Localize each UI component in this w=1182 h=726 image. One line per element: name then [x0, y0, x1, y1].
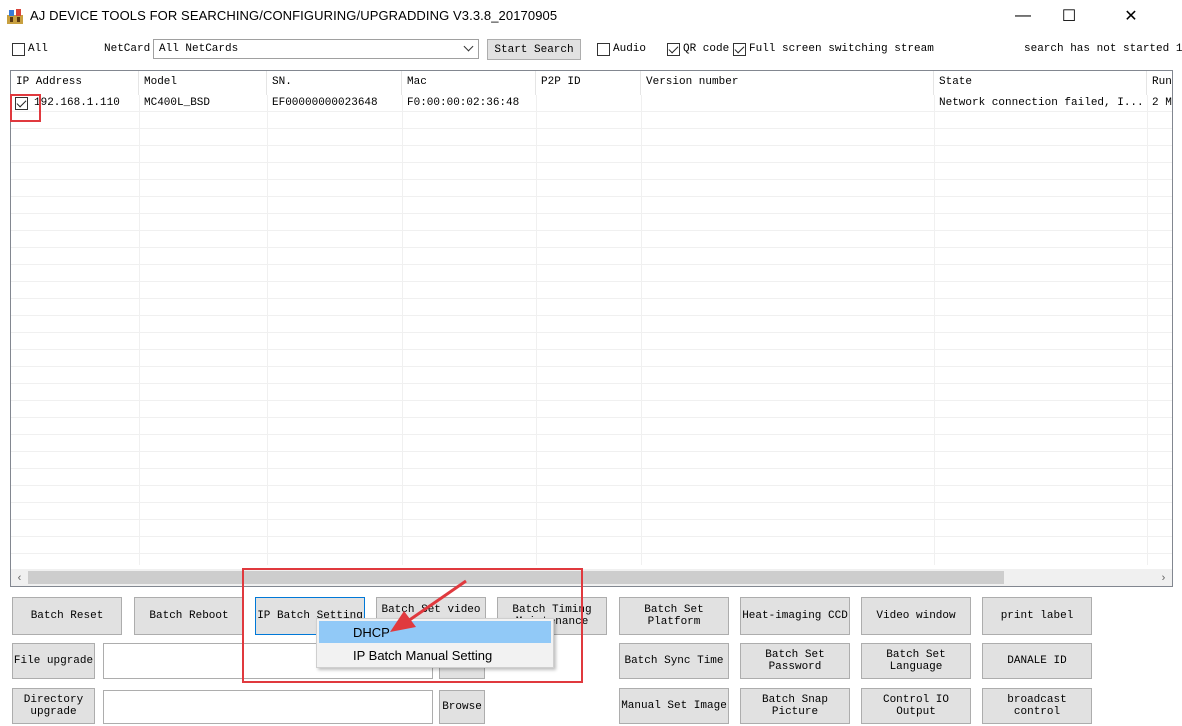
- checkbox-highlight-box: [10, 94, 41, 122]
- table-row[interactable]: 192.168.1.110 MC400L_BSD EF0000000002364…: [11, 95, 1172, 112]
- empty-table-row: [11, 112, 1172, 129]
- chevron-down-icon: [463, 41, 474, 52]
- manual-set-image-button[interactable]: Manual Set Image: [619, 688, 729, 724]
- batch-set-password-button[interactable]: Batch Set Password: [740, 643, 850, 679]
- maximize-icon: ☐: [1061, 8, 1077, 25]
- empty-table-row: [11, 163, 1172, 180]
- empty-table-row: [11, 401, 1172, 418]
- empty-table-row: [11, 520, 1172, 537]
- qr-code-label: QR code: [683, 43, 730, 55]
- column-header-mac[interactable]: Mac: [402, 71, 536, 95]
- control-io-output-button[interactable]: Control IO Output: [861, 688, 971, 724]
- close-icon: ✕: [1124, 8, 1138, 25]
- batch-reboot-button[interactable]: Batch Reboot: [134, 597, 244, 635]
- cell-running: 2 Mi: [1152, 97, 1172, 109]
- empty-table-row: [11, 367, 1172, 384]
- directory-path-input[interactable]: [103, 690, 433, 724]
- search-status-text: search has not started 1: [1024, 43, 1182, 55]
- device-table[interactable]: IP Address Model SN. Mac P2P ID Version …: [10, 70, 1173, 587]
- empty-table-row: [11, 435, 1172, 452]
- column-header-ip[interactable]: IP Address: [11, 71, 139, 95]
- column-header-version[interactable]: Version number: [641, 71, 934, 95]
- window-title: AJ DEVICE TOOLS FOR SEARCHING/CONFIGURIN…: [30, 8, 558, 23]
- empty-table-row: [11, 333, 1172, 350]
- file-upgrade-button[interactable]: File upgrade: [12, 643, 95, 679]
- netcard-select[interactable]: All NetCards: [153, 39, 479, 59]
- batch-set-platform-button[interactable]: Batch Set Platform: [619, 597, 729, 635]
- cell-mac: F0:00:00:02:36:48: [407, 97, 520, 109]
- cell-sn: EF00000000023648: [272, 97, 378, 109]
- empty-table-row: [11, 316, 1172, 333]
- cell-p2p: [536, 95, 641, 112]
- empty-table-row: [11, 214, 1172, 231]
- broadcast-control-button[interactable]: broadcast control: [982, 688, 1092, 724]
- heat-imaging-ccd-button[interactable]: Heat-imaging CCD: [740, 597, 850, 635]
- empty-table-row: [11, 282, 1172, 299]
- netcard-select-value: All NetCards: [159, 43, 239, 55]
- danale-id-button[interactable]: DANALE ID: [982, 643, 1092, 679]
- audio-label: Audio: [613, 43, 647, 55]
- minimize-icon: —: [1015, 7, 1031, 24]
- empty-table-row: [11, 486, 1172, 503]
- empty-table-row: [11, 299, 1172, 316]
- print-label-button[interactable]: print label: [982, 597, 1092, 635]
- scroll-right-icon[interactable]: ›: [1155, 569, 1172, 586]
- empty-table-row: [11, 350, 1172, 367]
- start-search-button[interactable]: Start Search: [487, 39, 581, 60]
- directory-browse-button[interactable]: Browse: [439, 690, 485, 724]
- close-button[interactable]: ✕: [1108, 0, 1154, 32]
- directory-upgrade-button[interactable]: Directory upgrade: [12, 688, 95, 724]
- column-header-state[interactable]: State: [934, 71, 1147, 95]
- cell-model: MC400L_BSD: [144, 97, 211, 109]
- minimize-button[interactable]: —: [1000, 0, 1046, 32]
- cell-version: [641, 95, 934, 112]
- toolbar: All NetCard All NetCards Start Search Au…: [0, 38, 1182, 62]
- column-header-sn[interactable]: SN.: [267, 71, 402, 95]
- audio-checkbox[interactable]: [597, 43, 610, 56]
- video-window-button[interactable]: Video window: [861, 597, 971, 635]
- batch-set-language-button[interactable]: Batch Set Language: [861, 643, 971, 679]
- title-bar: AJ DEVICE TOOLS FOR SEARCHING/CONFIGURIN…: [0, 0, 1182, 32]
- empty-table-row: [11, 537, 1172, 554]
- full-screen-label: Full screen switching stream: [749, 43, 934, 55]
- app-icon: [7, 9, 23, 24]
- column-header-running[interactable]: Runn: [1147, 71, 1172, 95]
- all-checkbox[interactable]: [12, 43, 25, 56]
- empty-table-row: [11, 469, 1172, 486]
- batch-snap-picture-button[interactable]: Batch Snap Picture: [740, 688, 850, 724]
- horizontal-scrollbar[interactable]: ‹ ›: [11, 569, 1172, 586]
- maximize-button[interactable]: ☐: [1046, 0, 1092, 32]
- empty-table-row: [11, 129, 1172, 146]
- empty-table-row: [11, 503, 1172, 520]
- empty-table-row: [11, 418, 1172, 435]
- cell-ip: 192.168.1.110: [34, 97, 120, 109]
- full-screen-checkbox[interactable]: [733, 43, 746, 56]
- empty-table-row: [11, 452, 1172, 469]
- empty-table-row: [11, 180, 1172, 197]
- cell-state: Network connection failed, I...: [939, 97, 1144, 109]
- column-header-model[interactable]: Model: [139, 71, 267, 95]
- empty-table-row: [11, 265, 1172, 282]
- all-label: All: [28, 43, 48, 55]
- column-header-p2p[interactable]: P2P ID: [536, 71, 641, 95]
- qr-code-checkbox[interactable]: [667, 43, 680, 56]
- empty-table-row: [11, 248, 1172, 265]
- empty-table-row: [11, 231, 1172, 248]
- batch-reset-button[interactable]: Batch Reset: [12, 597, 122, 635]
- red-arrow-icon: [390, 579, 467, 632]
- table-header: IP Address Model SN. Mac P2P ID Version …: [11, 71, 1172, 95]
- empty-table-row: [11, 146, 1172, 163]
- netcard-label: NetCard: [104, 43, 151, 55]
- empty-table-row: [11, 384, 1172, 401]
- batch-sync-time-button[interactable]: Batch Sync Time: [619, 643, 729, 679]
- empty-table-row: [11, 197, 1172, 214]
- scroll-left-icon[interactable]: ‹: [11, 569, 28, 586]
